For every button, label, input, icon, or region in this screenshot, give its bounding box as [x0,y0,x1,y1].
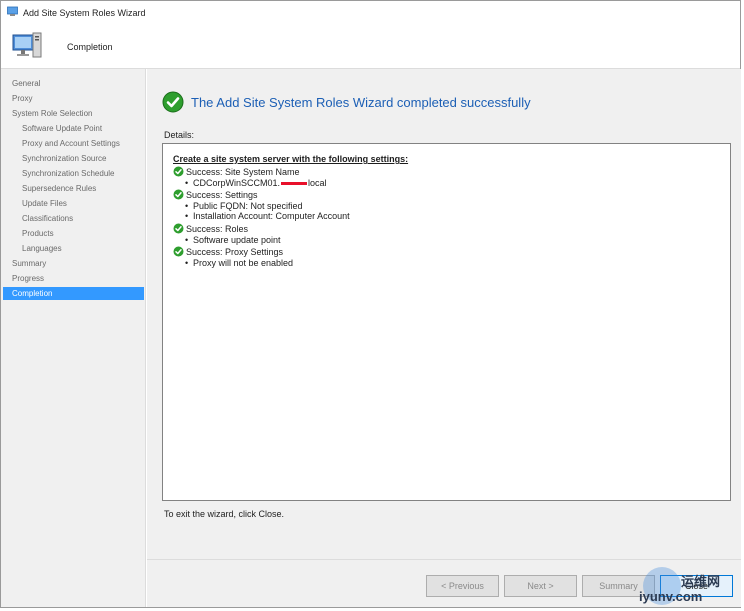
result-status: Success: Proxy Settings [186,247,284,257]
site-watermark: 运维网 iyunv.com [637,563,743,609]
details-label: Details: [164,130,195,140]
sidebar-item-system-role-selection[interactable]: System Role Selection [3,107,144,120]
result-status: Success: Settings [186,190,258,200]
sidebar-item-progress[interactable]: Progress [3,272,144,285]
wizard-header: Completion [1,23,740,69]
result-bullet: • CDCorpWinSCCM01. local [185,178,327,188]
main-content: The Add Site System Roles Wizard complet… [147,69,741,559]
result-status: Success: Roles [186,224,249,234]
wizard-steps-sidebar: General Proxy System Role Selection Soft… [1,69,146,607]
server-name-prefix: CDCorpWinSCCM01. [193,178,281,188]
exit-instructions: To exit the wizard, click Close. [164,509,285,519]
details-panel[interactable]: Create a site system server with the fol… [162,143,731,501]
success-check-icon [173,246,184,257]
success-check-icon [173,223,184,234]
sidebar-item-synchronization-source[interactable]: Synchronization Source [3,152,144,165]
sidebar-item-general[interactable]: General [3,77,144,90]
window-title: Add Site System Roles Wizard [23,8,146,18]
redaction-mark [281,182,308,186]
success-check-icon [162,91,184,113]
details-heading: Create a site system server with the fol… [173,154,409,164]
wizard-app-icon [7,6,18,17]
sidebar-item-products[interactable]: Products [3,227,144,240]
server-name-suffix: local [308,178,327,188]
sidebar-item-summary[interactable]: Summary [3,257,144,270]
sidebar-item-proxy[interactable]: Proxy [3,92,144,105]
page-heading: Completion [67,42,113,52]
watermark-text-cn: 运维网 [681,574,721,589]
computer-icon [9,27,45,63]
success-check-icon [173,189,184,200]
success-check-icon [173,166,184,177]
sidebar-item-software-update-point[interactable]: Software Update Point [3,122,144,135]
result-title: The Add Site System Roles Wizard complet… [191,95,531,110]
sidebar-item-proxy-and-account-settings[interactable]: Proxy and Account Settings [3,137,144,150]
bullet-text: Proxy will not be enabled [193,258,294,268]
result-bullet: • Public FQDN: Not specified [185,201,303,211]
bullet-text: Software update point [193,235,281,245]
sidebar-item-synchronization-schedule[interactable]: Synchronization Schedule [3,167,144,180]
sidebar-item-languages[interactable]: Languages [3,242,144,255]
result-status: Success: Site System Name [186,167,300,177]
result-bullet: • Installation Account: Computer Account [185,211,350,221]
result-bullet: • Proxy will not be enabled [185,258,294,268]
next-button[interactable]: Next > [504,575,577,597]
sidebar-item-classifications[interactable]: Classifications [3,212,144,225]
wizard-window: Add Site System Roles Wizard Completion … [0,0,741,608]
sidebar-item-update-files[interactable]: Update Files [3,197,144,210]
title-bar: Add Site System Roles Wizard [1,1,740,23]
result-bullet: • Software update point [185,235,281,245]
sidebar-item-completion[interactable]: Completion [3,287,144,300]
bullet-text: Installation Account: Computer Account [193,211,350,221]
previous-button[interactable]: < Previous [426,575,499,597]
bullet-text: Public FQDN: Not specified [193,201,303,211]
watermark-text-en: iyunv.com [639,589,703,604]
sidebar-item-supersedence-rules[interactable]: Supersedence Rules [3,182,144,195]
